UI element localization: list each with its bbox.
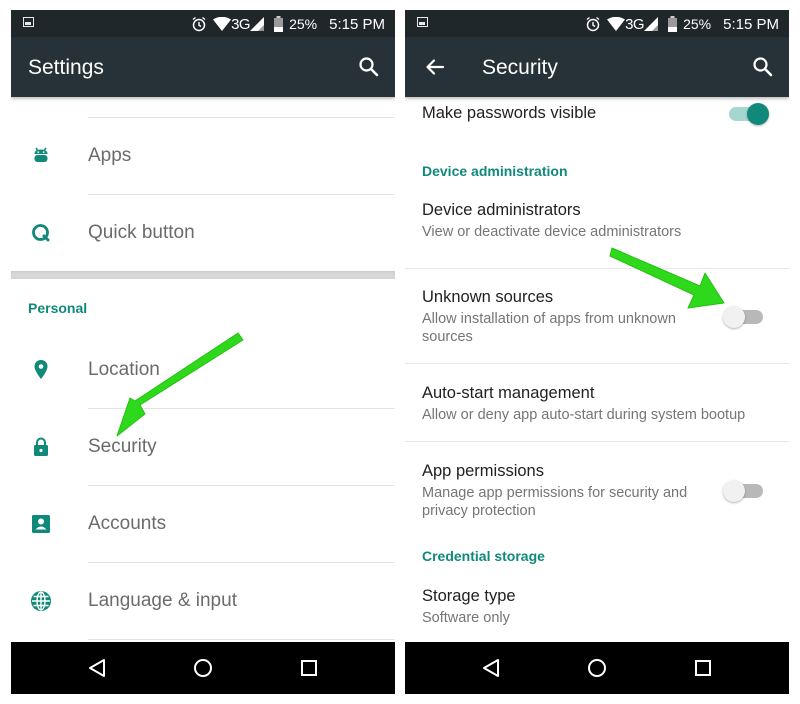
section-header-personal: Personal xyxy=(28,300,88,316)
setting-app-permissions[interactable]: App permissions Manage app permissions f… xyxy=(405,442,789,532)
page-title: Settings xyxy=(28,56,104,79)
location-pin-icon xyxy=(29,358,53,382)
make-passwords-visible-toggle[interactable] xyxy=(729,103,769,125)
signal-icon xyxy=(250,17,265,31)
app-bar: Security xyxy=(405,37,789,97)
settings-list: Apps Quick button Personal Location Secu… xyxy=(11,97,395,642)
search-icon[interactable] xyxy=(357,55,381,79)
section-header-device-administration: Device administration xyxy=(422,163,568,179)
battery-icon xyxy=(274,16,284,32)
search-icon[interactable] xyxy=(751,55,775,79)
setting-make-passwords-visible[interactable]: Make passwords visible xyxy=(405,97,789,143)
setting-title: Make passwords visible xyxy=(422,104,597,122)
setting-storage-type[interactable]: Storage type Software only xyxy=(405,581,789,641)
image-notification-icon xyxy=(23,17,34,27)
setting-subtitle-line2: privacy protection xyxy=(422,503,536,519)
settings-item-label: Apps xyxy=(88,145,132,166)
globe-icon xyxy=(29,589,53,613)
settings-item-location[interactable]: Location xyxy=(11,332,395,409)
settings-item-label: Security xyxy=(88,436,157,457)
nav-home-icon[interactable] xyxy=(585,656,609,680)
settings-item-security[interactable]: Security xyxy=(11,409,395,486)
network-type: 3G xyxy=(625,15,645,33)
wifi-icon xyxy=(213,17,232,31)
security-screen: 3G 25% 5:15 PM Security Make passwords v… xyxy=(405,10,789,694)
section-separator xyxy=(11,271,395,279)
nav-home-icon[interactable] xyxy=(191,656,215,680)
page-title: Security xyxy=(482,56,558,79)
android-icon xyxy=(29,144,53,168)
unknown-sources-toggle[interactable] xyxy=(723,306,763,328)
toggle-knob xyxy=(747,103,769,125)
divider xyxy=(88,639,395,640)
battery-icon xyxy=(668,16,678,32)
setting-subtitle: View or deactivate device administrators xyxy=(422,224,682,240)
navigation-bar xyxy=(405,642,789,694)
account-icon xyxy=(29,512,53,536)
setting-subtitle: Allow or deny app auto-start during syst… xyxy=(422,407,746,423)
setting-title: App permissions xyxy=(422,462,544,480)
back-arrow-icon[interactable] xyxy=(423,55,447,79)
toggle-knob xyxy=(723,306,745,328)
setting-auto-start-management[interactable]: Auto-start management Allow or deny app … xyxy=(405,364,789,440)
nav-back-icon[interactable] xyxy=(85,656,109,680)
nav-recents-icon[interactable] xyxy=(297,656,321,680)
app-permissions-toggle[interactable] xyxy=(723,480,763,502)
alarm-icon xyxy=(191,16,207,32)
settings-item-quick-button[interactable]: Quick button xyxy=(11,195,395,272)
clock: 5:15 PM xyxy=(329,15,385,33)
signal-icon xyxy=(644,17,659,31)
image-notification-icon xyxy=(417,17,428,27)
setting-subtitle-line1: Manage app permissions for security and xyxy=(422,485,688,501)
status-bar: 3G 25% 5:15 PM xyxy=(11,10,395,37)
settings-item-label: Accounts xyxy=(88,513,167,534)
settings-item-accounts[interactable]: Accounts xyxy=(11,486,395,563)
nav-back-icon[interactable] xyxy=(479,656,503,680)
setting-subtitle-line2: sources xyxy=(422,329,473,345)
app-bar: Settings xyxy=(11,37,395,97)
nav-recents-icon[interactable] xyxy=(691,656,715,680)
toggle-knob xyxy=(723,480,745,502)
settings-screen: 3G 25% 5:15 PM Settings Apps Quick butto… xyxy=(11,10,395,694)
settings-item-language-input[interactable]: Language & input xyxy=(11,563,395,640)
setting-title: Auto-start management xyxy=(422,384,595,402)
setting-subtitle-line1: Allow installation of apps from unknown xyxy=(422,311,676,327)
navigation-bar xyxy=(11,642,395,694)
setting-title: Storage type xyxy=(422,587,516,605)
setting-title: Device administrators xyxy=(422,201,581,219)
quick-button-icon xyxy=(29,221,53,245)
settings-item-apps[interactable]: Apps xyxy=(11,118,395,195)
lock-icon xyxy=(29,435,53,459)
wifi-icon xyxy=(607,17,626,31)
settings-item-label: Location xyxy=(88,359,160,380)
network-type: 3G xyxy=(231,15,251,33)
settings-item-label: Quick button xyxy=(88,222,195,243)
status-bar: 3G 25% 5:15 PM xyxy=(405,10,789,37)
setting-subtitle: Software only xyxy=(422,610,510,626)
alarm-icon xyxy=(585,16,601,32)
setting-unknown-sources[interactable]: Unknown sources Allow installation of ap… xyxy=(405,269,789,363)
clock: 5:15 PM xyxy=(723,15,779,33)
setting-title: Unknown sources xyxy=(422,288,554,306)
settings-item-label: Language & input xyxy=(88,590,237,611)
battery-percent: 25% xyxy=(683,16,712,32)
section-header-credential-storage: Credential storage xyxy=(422,548,545,564)
battery-percent: 25% xyxy=(289,16,318,32)
setting-device-administrators[interactable]: Device administrators View or deactivate… xyxy=(405,197,789,267)
security-settings-list: Make passwords visible Device administra… xyxy=(405,97,789,642)
